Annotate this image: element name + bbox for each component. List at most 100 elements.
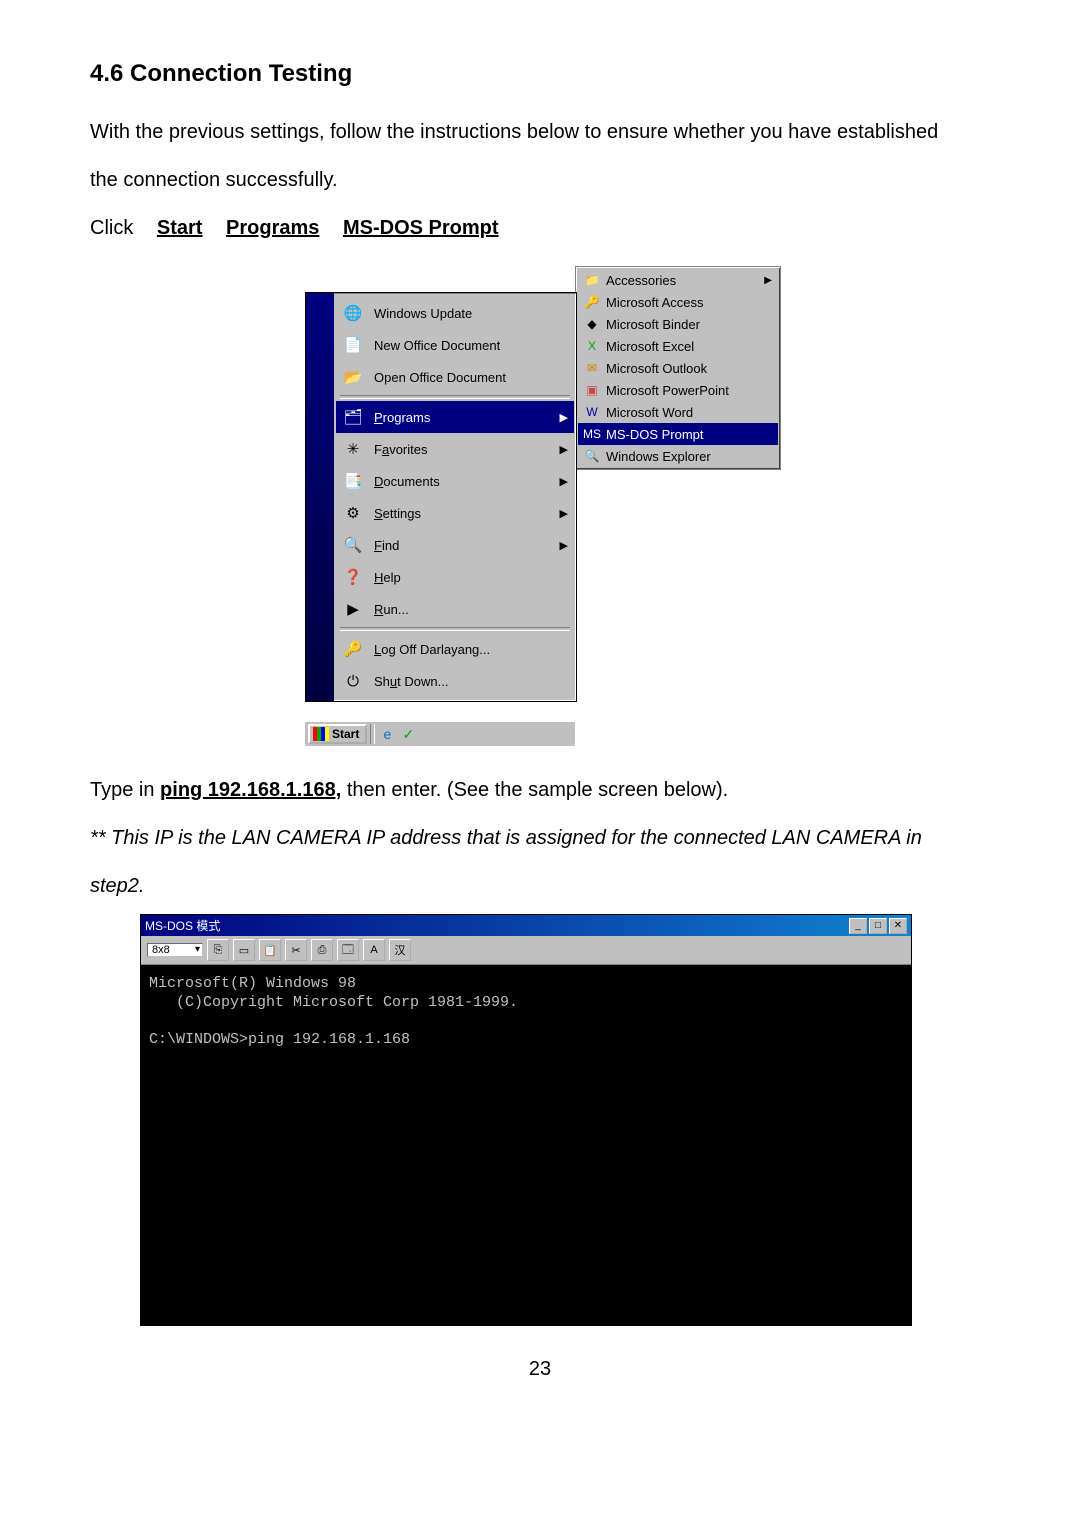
close-button[interactable]: ✕: [889, 918, 907, 934]
windows-flag-icon: [313, 727, 329, 741]
chevron-right-icon: ▶: [560, 507, 568, 520]
type-instruction: Type in ping 192.168.1.168, then enter. …: [90, 770, 990, 810]
menu-label: Settings: [374, 506, 421, 521]
app-icon: ▣: [584, 382, 600, 398]
submenu-item-accessories[interactable]: 📁 Accessories ▶: [578, 269, 778, 291]
gear-icon: ⚙: [342, 502, 364, 524]
intro-line-2: the connection successfully.: [90, 160, 990, 200]
taskbar-ie-icon[interactable]: e: [378, 725, 396, 743]
intro-line-1: With the previous settings, follow the i…: [90, 112, 990, 152]
menu-label: Documents: [374, 474, 440, 489]
menu-label: Open Office Document: [374, 370, 506, 385]
submenu-item-excel[interactable]: X Microsoft Excel: [578, 335, 778, 357]
menu-label: Favorites: [374, 442, 427, 457]
chevron-right-icon: ▶: [560, 443, 568, 456]
click-prefix: Click: [90, 217, 139, 239]
toolbar-button[interactable]: 🗔: [337, 939, 359, 961]
ip-note-2: step2.: [90, 866, 990, 906]
toolbar-button[interactable]: 📋: [259, 939, 281, 961]
explorer-icon: 🔍: [584, 448, 600, 464]
submenu-label: Microsoft Access: [606, 295, 704, 310]
ping-command: ping 192.168.1.168,: [160, 779, 341, 801]
section-heading: 4.6 Connection Testing: [90, 60, 990, 88]
app-icon: ✉: [584, 360, 600, 376]
start-button-label: Start: [332, 727, 359, 741]
menu-label: Programs: [374, 410, 430, 425]
window-titlebar[interactable]: MS-DOS 模式 _ □ ✕: [141, 915, 911, 936]
toolbar-button[interactable]: A: [363, 939, 385, 961]
menu-label: Log Off Darlayang...: [374, 642, 490, 657]
submenu-label: Microsoft Outlook: [606, 361, 707, 376]
submenu-label: Microsoft Excel: [606, 339, 694, 354]
menu-item-logoff[interactable]: 🔑 Log Off Darlayang...: [336, 633, 574, 665]
taskbar-desktop-icon[interactable]: ✓: [399, 725, 417, 743]
menu-item-run[interactable]: ▶ Run...: [336, 593, 574, 625]
submenu-label: MS-DOS Prompt: [606, 427, 704, 442]
submenu-label: Microsoft Word: [606, 405, 693, 420]
start-menu: Windows98 🌐 Windows Update 📄 New Office …: [305, 292, 577, 702]
submenu-item-powerpoint[interactable]: ▣ Microsoft PowerPoint: [578, 379, 778, 401]
toolbar-button[interactable]: ✂: [285, 939, 307, 961]
chevron-right-icon: ▶: [560, 411, 568, 424]
maximize-button[interactable]: □: [869, 918, 887, 934]
menu-label: Run...: [374, 602, 409, 617]
app-icon: X: [584, 338, 600, 354]
menu-item-favorites[interactable]: ✳ Favorites ▶: [336, 433, 574, 465]
click-msdos: MS-DOS Prompt: [343, 217, 499, 239]
ip-note-1: ** This IP is the LAN CAMERA IP address …: [90, 818, 990, 858]
menu-item-settings[interactable]: ⚙ Settings ▶: [336, 497, 574, 529]
submenu-item-outlook[interactable]: ✉ Microsoft Outlook: [578, 357, 778, 379]
menu-item-help[interactable]: ❓ Help: [336, 561, 574, 593]
star-icon: ✳: [342, 438, 364, 460]
menu-item-find[interactable]: 🔍 Find ▶: [336, 529, 574, 561]
programs-submenu: 📁 Accessories ▶ 🔑 Microsoft Access ◆ Mic…: [575, 266, 781, 470]
menu-item-documents[interactable]: 📑 Documents ▶: [336, 465, 574, 497]
type-prefix: Type in: [90, 779, 160, 801]
submenu-label: Microsoft PowerPoint: [606, 383, 729, 398]
open-folder-icon: 📂: [342, 366, 364, 388]
submenu-item-binder[interactable]: ◆ Microsoft Binder: [578, 313, 778, 335]
app-icon: ◆: [584, 316, 600, 332]
toolbar-button[interactable]: 汉: [389, 939, 411, 961]
menu-item-open-office-document[interactable]: 📂 Open Office Document: [336, 361, 574, 393]
msdos-window: MS-DOS 模式 _ □ ✕ 8x8 ⎘ ▭ 📋 ✂ ⎙ 🗔 A 汉 Micr…: [140, 914, 912, 1326]
menu-item-windows-update[interactable]: 🌐 Windows Update: [336, 297, 574, 329]
app-icon: W: [584, 404, 600, 420]
click-start: Start: [157, 217, 203, 239]
msdos-icon: MS: [584, 426, 600, 442]
taskbar: Start e ✓: [305, 720, 575, 746]
submenu-item-explorer[interactable]: 🔍 Windows Explorer: [578, 445, 778, 467]
search-icon: 🔍: [342, 534, 364, 556]
help-icon: ❓: [342, 566, 364, 588]
minimize-button[interactable]: _: [849, 918, 867, 934]
menu-item-new-office-document[interactable]: 📄 New Office Document: [336, 329, 574, 361]
run-icon: ▶: [342, 598, 364, 620]
submenu-item-word[interactable]: W Microsoft Word: [578, 401, 778, 423]
windows-brand: Windows98: [288, 598, 309, 695]
type-suffix: then enter. (See the sample screen below…: [341, 779, 728, 801]
documents-icon: 📑: [342, 470, 364, 492]
folder-icon: 📁: [584, 272, 600, 288]
menu-item-programs[interactable]: 🗂 Programs ▶: [336, 401, 574, 433]
menu-item-shutdown[interactable]: ⏻ Shut Down...: [336, 665, 574, 697]
separator: [340, 395, 570, 399]
submenu-item-access[interactable]: 🔑 Microsoft Access: [578, 291, 778, 313]
click-programs: Programs: [226, 217, 319, 239]
programs-icon: 🗂: [342, 406, 364, 428]
toolbar-button[interactable]: ⎙: [311, 939, 333, 961]
page-number: 23: [90, 1358, 990, 1381]
start-button[interactable]: Start: [308, 724, 367, 744]
toolbar-button[interactable]: ▭: [233, 939, 255, 961]
msdos-terminal[interactable]: Microsoft(R) Windows 98 (C)Copyright Mic…: [141, 965, 911, 1325]
globe-icon: 🌐: [342, 302, 364, 324]
app-icon: 🔑: [584, 294, 600, 310]
separator: [340, 627, 570, 631]
font-size-dropdown[interactable]: 8x8: [147, 943, 203, 957]
submenu-label: Accessories: [606, 273, 676, 288]
chevron-right-icon: ▶: [764, 275, 772, 286]
menu-label: New Office Document: [374, 338, 500, 353]
submenu-item-msdos[interactable]: MS MS-DOS Prompt: [578, 423, 778, 445]
toolbar-button[interactable]: ⎘: [207, 939, 229, 961]
start-menu-sidebar: Windows98: [306, 293, 334, 701]
menu-label: Find: [374, 538, 399, 553]
